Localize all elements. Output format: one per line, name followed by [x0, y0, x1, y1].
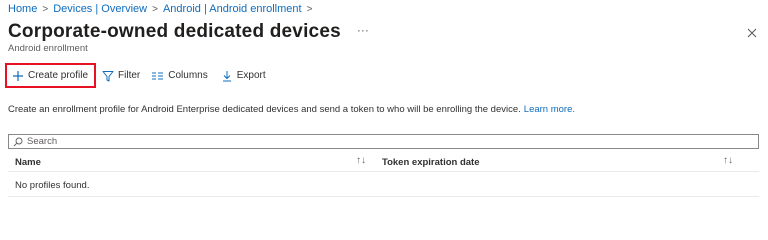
- download-icon: [222, 70, 231, 81]
- column-header-token-expiration[interactable]: Token expiration date: [382, 157, 479, 168]
- table-header: Name ↑↓ Token expiration date ↑↓: [8, 152, 759, 172]
- close-button[interactable]: [744, 25, 760, 41]
- export-button[interactable]: Export: [221, 63, 266, 88]
- filter-button[interactable]: Filter: [102, 63, 140, 88]
- export-label: Export: [236, 70, 266, 81]
- more-options-button[interactable]: ···: [357, 23, 369, 37]
- chevron-right-icon: >: [152, 3, 158, 15]
- chevron-right-icon: >: [306, 3, 313, 15]
- create-profile-button[interactable]: Create profile: [5, 63, 97, 88]
- title-row: Corporate-owned dedicated devices ···: [8, 21, 369, 43]
- columns-label: Columns: [168, 70, 208, 81]
- page-subtitle: Android enrollment: [8, 43, 88, 54]
- page-title: Corporate-owned dedicated devices: [8, 21, 341, 42]
- sort-name-icon[interactable]: ↑↓: [356, 155, 366, 166]
- filter-label: Filter: [118, 70, 141, 81]
- command-bar: Create profile Filter Columns Export: [5, 63, 266, 88]
- close-icon: [747, 28, 757, 38]
- columns-icon: [152, 72, 164, 79]
- chevron-right-icon: >: [42, 3, 49, 15]
- breadcrumb-home[interactable]: Home: [8, 3, 37, 15]
- learn-more-link[interactable]: Learn more.: [524, 104, 575, 115]
- columns-button[interactable]: Columns: [151, 63, 208, 88]
- breadcrumb-devices-overview[interactable]: Devices | Overview: [53, 3, 147, 15]
- breadcrumb: Home > Devices | Overview > Android | An…: [8, 3, 317, 15]
- empty-message: No profiles found.: [15, 180, 90, 191]
- create-profile-label: Create profile: [28, 70, 89, 81]
- sort-token-expiration-icon[interactable]: ↑↓: [723, 155, 733, 166]
- search-input[interactable]: [27, 136, 758, 147]
- column-header-name[interactable]: Name: [15, 157, 41, 168]
- filter-icon: [102, 70, 114, 81]
- search-box: [8, 134, 759, 149]
- description-text: Create an enrollment profile for Android…: [8, 104, 521, 115]
- description: Create an enrollment profile for Android…: [8, 104, 575, 115]
- breadcrumb-android-enrollment[interactable]: Android | Android enrollment: [163, 3, 302, 15]
- plus-icon: [13, 70, 23, 81]
- table-bottom-divider: [8, 196, 759, 197]
- search-icon: [13, 137, 23, 146]
